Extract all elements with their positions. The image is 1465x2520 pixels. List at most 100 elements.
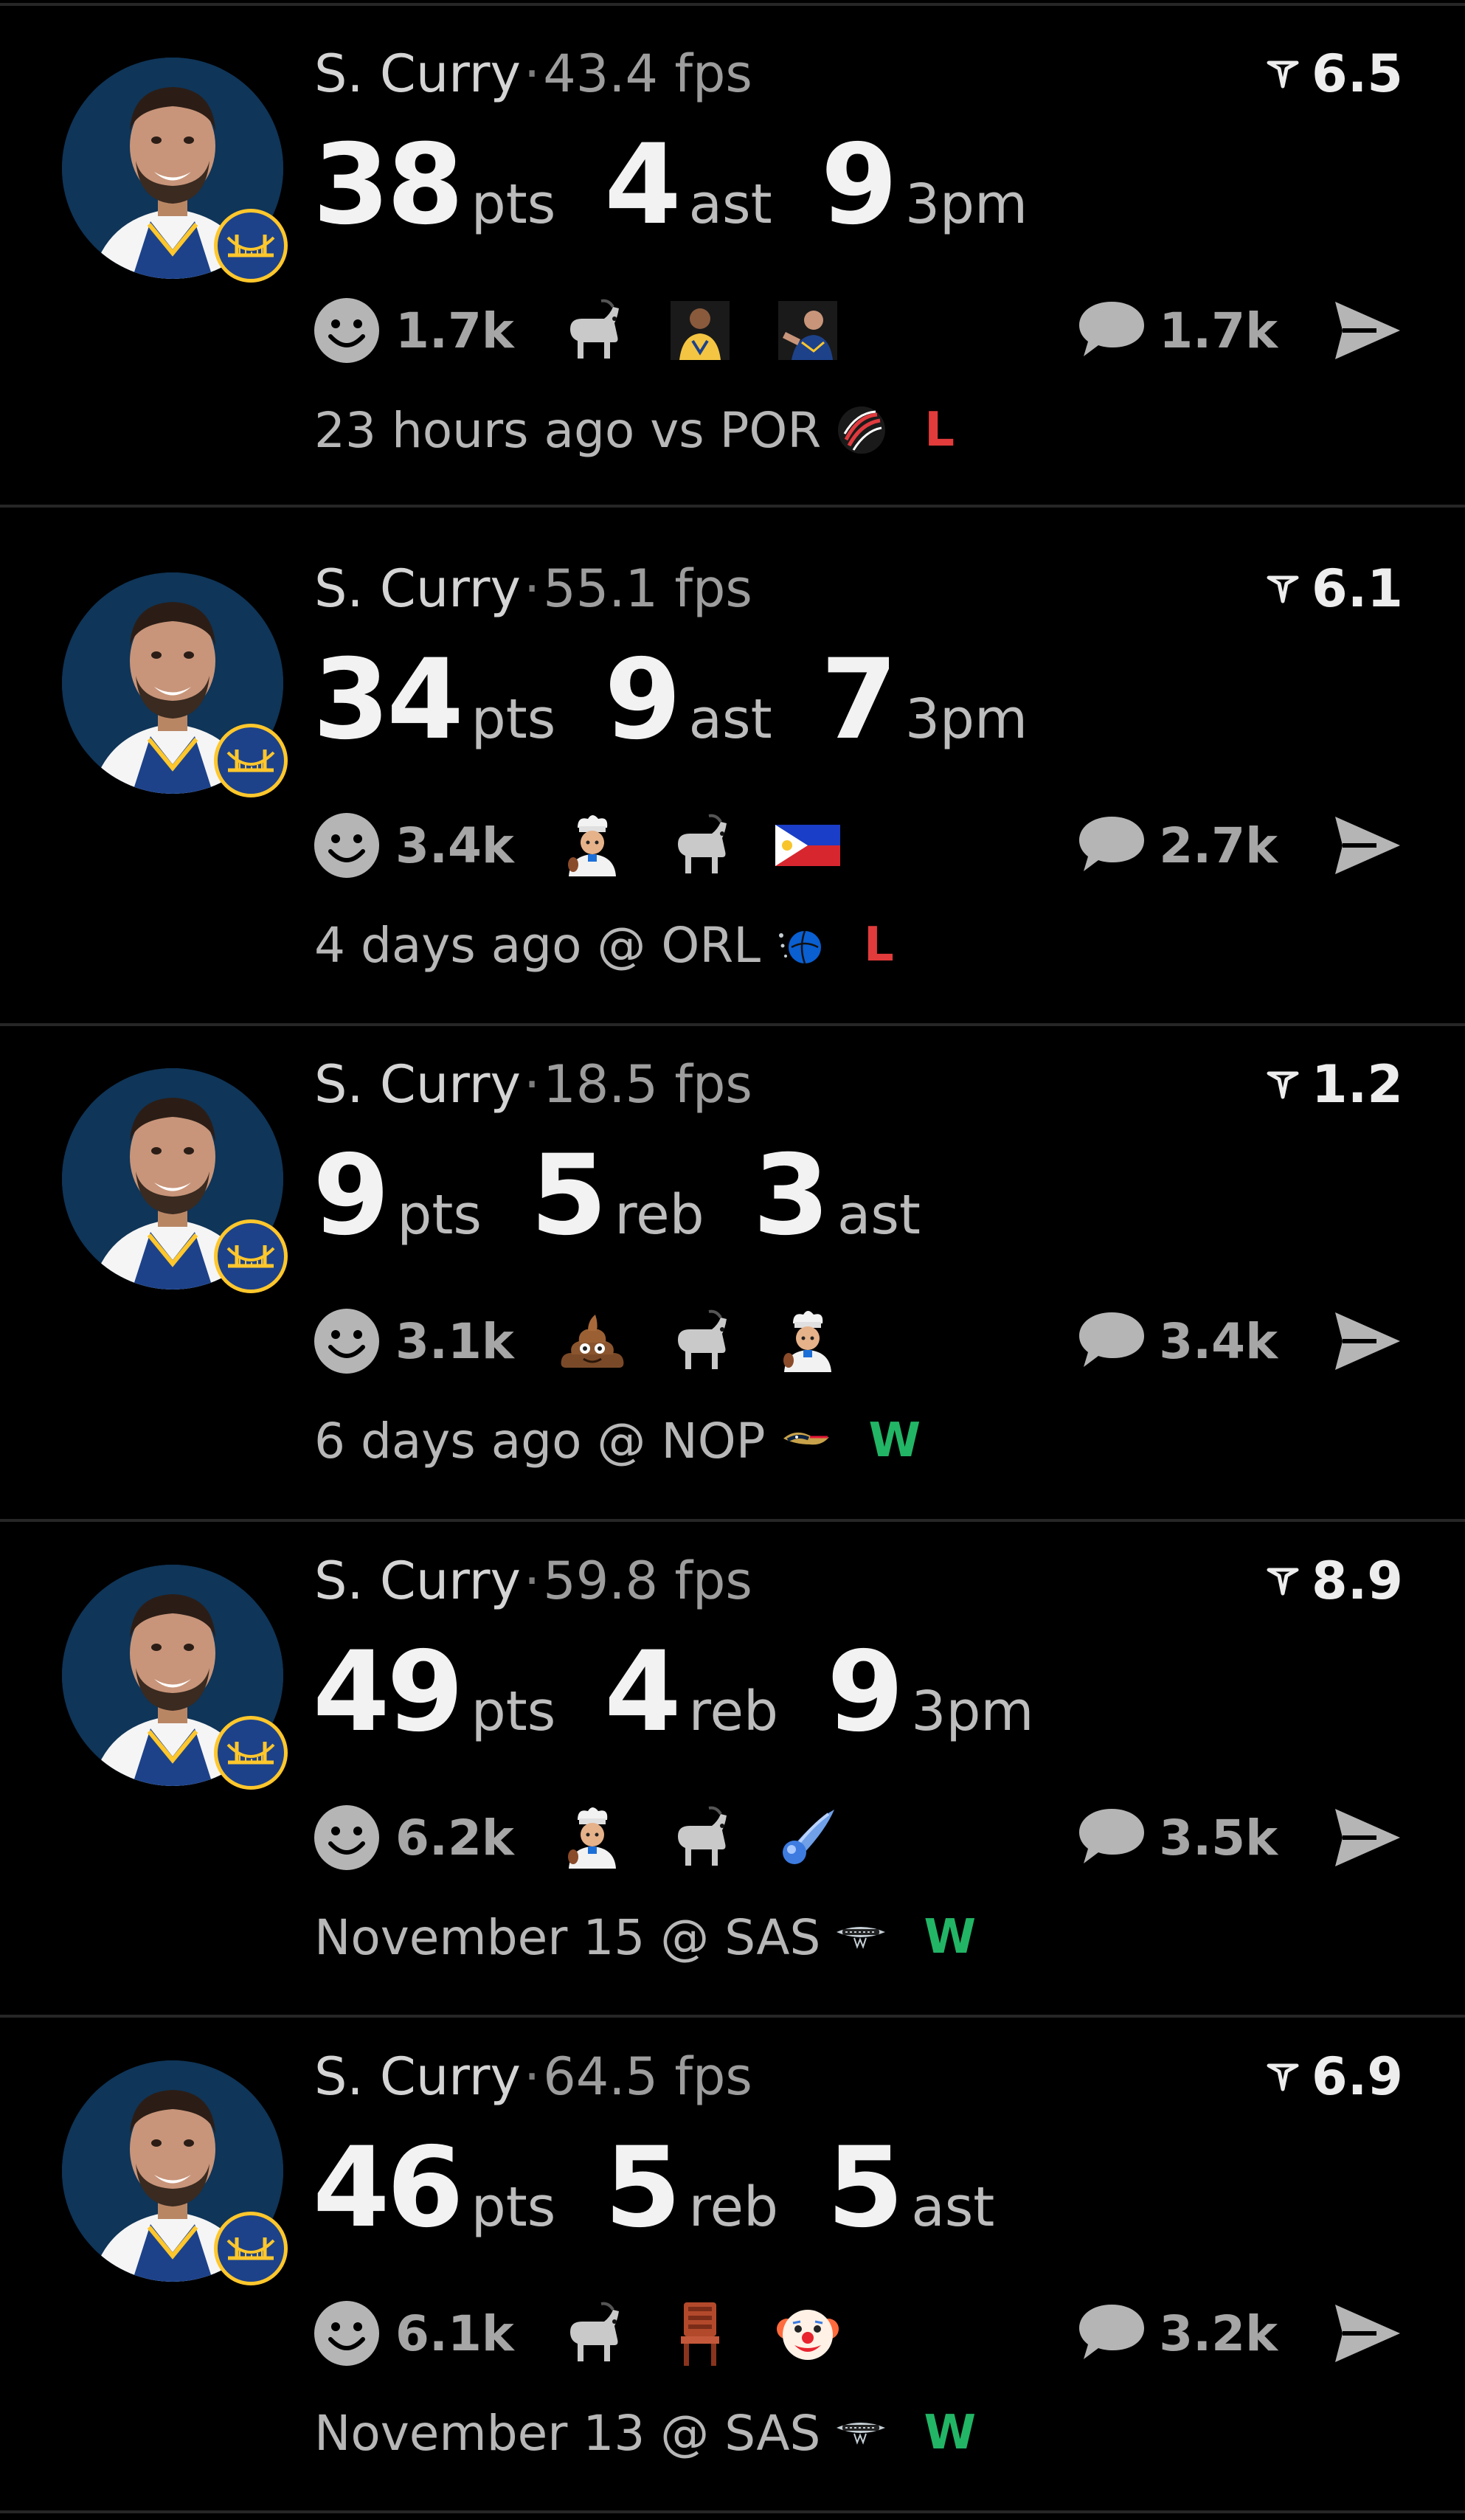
stat-item: 9 3pm — [821, 130, 1028, 240]
stat-line: 34 pts 9 ast 7 3pm — [313, 645, 1076, 755]
game-meta[interactable]: 23 hours ago vs POR L — [314, 397, 955, 463]
stat-unit: ast — [688, 688, 772, 751]
player-name[interactable]: S. Curry — [314, 1551, 521, 1611]
pelicans-logo-icon — [780, 1415, 832, 1467]
stat-value: 3 — [752, 1132, 830, 1260]
smiley-reaction-icon[interactable] — [313, 2299, 381, 2367]
chair-emoji-icon[interactable] — [663, 2296, 737, 2370]
stat-item: 5 ast — [827, 2133, 994, 2243]
chef-emoji-icon[interactable] — [555, 1801, 629, 1875]
smiley-reaction-icon[interactable] — [313, 297, 381, 364]
stat-item: 4 ast — [604, 130, 772, 240]
stat-item: 38 pts — [313, 130, 555, 240]
share-send-icon[interactable] — [1332, 814, 1403, 877]
comment-count: 3.4k — [1159, 1312, 1278, 1370]
game-result: W — [868, 1413, 921, 1468]
player-name[interactable]: S. Curry — [314, 2046, 521, 2107]
game-meta[interactable]: November 13 @ SAS W — [314, 2400, 976, 2466]
smiley-reaction-icon[interactable] — [313, 1804, 381, 1872]
share-send-icon[interactable] — [1332, 2302, 1403, 2365]
chef-emoji-icon[interactable] — [555, 809, 629, 882]
share-send-icon[interactable] — [1332, 1309, 1403, 1373]
game-post-card[interactable]: S. Curry·43.4 fps 6.5 38 pts 4 ast 9 3pm 1.7k — [0, 6, 1465, 463]
stat-item: 34 pts — [313, 645, 555, 755]
game-date-opponent: November 15 @ SAS — [314, 1908, 821, 1966]
rating-score: 8.9 — [1264, 1551, 1403, 1610]
stat-unit: ast — [911, 2175, 995, 2239]
rating-score: 1.2 — [1264, 1055, 1403, 1114]
stat-item: 5 reb — [604, 2133, 778, 2243]
warriors-logo-icon — [214, 724, 288, 797]
game-post-card[interactable]: S. Curry·59.8 fps 8.9 49 pts 4 reb 9 3pm 6.2k — [0, 1513, 1465, 1970]
comment-icon[interactable] — [1076, 299, 1147, 362]
share-send-icon[interactable] — [1332, 1806, 1403, 1869]
comment-count: 3.2k — [1159, 2305, 1278, 2362]
clown-emoji-icon[interactable] — [771, 2296, 845, 2370]
stat-item: 9 ast — [604, 645, 772, 755]
rating-score: 6.9 — [1264, 2047, 1403, 2106]
stat-value: 9 — [604, 636, 681, 764]
post-title: S. Curry·43.4 fps — [314, 44, 752, 103]
goat-emoji-icon[interactable] — [555, 2296, 629, 2370]
rating-value: 6.9 — [1311, 2046, 1403, 2107]
post-actions: 2.7k — [1076, 805, 1403, 886]
game-post-card[interactable]: S. Curry·55.1 fps 6.1 34 pts 9 ast 7 3pm 3.4k — [0, 521, 1465, 978]
rating-icon — [1267, 575, 1299, 603]
title-separator: · — [523, 2046, 541, 2107]
stat-value: 49 — [313, 1628, 464, 1756]
stat-line: 9 pts 5 reb 3 ast — [313, 1140, 969, 1251]
comment-icon[interactable] — [1076, 1806, 1147, 1869]
goat-emoji-icon[interactable] — [555, 294, 629, 367]
philippines-flag-emoji-icon[interactable] — [771, 809, 845, 882]
stat-unit: pts — [471, 688, 556, 751]
rating-icon — [1267, 2063, 1299, 2091]
game-meta[interactable]: 4 days ago @ ORL L — [314, 912, 894, 978]
reaction-bar: 6.1k — [313, 2293, 879, 2374]
stat-item: 9 pts — [313, 1140, 482, 1251]
player-name[interactable]: S. Curry — [314, 44, 521, 104]
warriors-logo-icon — [214, 2212, 288, 2285]
comet-emoji-icon[interactable] — [771, 1801, 845, 1875]
stat-line: 46 pts 5 reb 5 ast — [313, 2133, 1043, 2243]
game-meta[interactable]: 6 days ago @ NOP W — [314, 1408, 921, 1474]
game-result: L — [864, 918, 894, 972]
comment-icon[interactable] — [1076, 2302, 1147, 2365]
title-separator: · — [523, 44, 541, 104]
reaction-count: 6.1k — [395, 2305, 514, 2362]
player-photo-emoji-icon[interactable] — [663, 294, 737, 367]
stat-value: 7 — [820, 636, 898, 764]
spurs-logo-icon — [835, 1911, 887, 1963]
game-post-card[interactable]: S. Curry·18.5 fps 1.2 9 pts 5 reb 3 ast 3.1k — [0, 1017, 1465, 1474]
game-result: W — [924, 1910, 977, 1965]
goat-emoji-icon[interactable] — [663, 1801, 737, 1875]
divider — [0, 2510, 1465, 2513]
share-send-icon[interactable] — [1332, 299, 1403, 362]
goat-emoji-icon[interactable] — [663, 1304, 737, 1378]
player-celebrate-emoji-icon[interactable] — [771, 294, 845, 367]
game-meta[interactable]: November 15 @ SAS W — [314, 1904, 976, 1970]
rating-score: 6.1 — [1264, 559, 1403, 618]
stat-item: 7 3pm — [821, 645, 1028, 755]
stat-item: 9 3pm — [827, 1637, 1034, 1748]
reaction-bar: 6.2k — [313, 1797, 879, 1878]
smiley-reaction-icon[interactable] — [313, 811, 381, 879]
reaction-count: 6.2k — [395, 1809, 514, 1866]
post-actions: 3.2k — [1076, 2293, 1403, 2374]
stat-unit: pts — [397, 1183, 482, 1247]
player-name[interactable]: S. Curry — [314, 558, 521, 619]
comment-icon[interactable] — [1076, 814, 1147, 877]
fps-value: 55.1 fps — [543, 558, 752, 619]
warriors-logo-icon — [214, 1716, 288, 1790]
smiley-reaction-icon[interactable] — [313, 1307, 381, 1375]
post-title: S. Curry·18.5 fps — [314, 1055, 752, 1114]
game-post-card[interactable]: S. Curry·64.5 fps 6.9 46 pts 5 reb 5 ast 6.1k — [0, 2009, 1465, 2466]
stat-item: 49 pts — [313, 1637, 555, 1748]
chef-emoji-icon[interactable] — [771, 1304, 845, 1378]
comment-icon[interactable] — [1076, 1309, 1147, 1373]
stat-unit: 3pm — [904, 688, 1028, 751]
rating-score: 6.5 — [1264, 44, 1403, 103]
poop-emoji-icon[interactable] — [555, 1304, 629, 1378]
player-name[interactable]: S. Curry — [314, 1054, 521, 1115]
goat-emoji-icon[interactable] — [663, 809, 737, 882]
warriors-logo-icon — [214, 1219, 288, 1293]
